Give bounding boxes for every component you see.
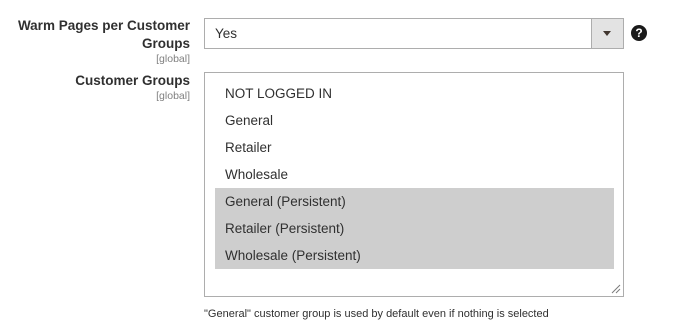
customer-groups-scope: [global] [156,90,190,102]
option-not-logged-in[interactable]: NOT LOGGED IN [215,80,614,107]
customer-groups-label-block: Customer Groups [global] [0,72,190,102]
warm-pages-scope: [global] [156,53,190,65]
warm-pages-label-block: Warm Pages per Customer Groups [global] [0,17,190,65]
select-toggle[interactable] [591,19,623,48]
config-form: Warm Pages per Customer Groups [global] … [0,0,685,334]
customer-groups-options: NOT LOGGED IN General Retailer Wholesale… [215,80,614,269]
option-retailer[interactable]: Retailer [215,134,614,161]
chevron-down-icon [603,31,611,36]
customer-groups-multiselect[interactable]: NOT LOGGED IN General Retailer Wholesale… [204,72,624,297]
warm-pages-select-value: Yes [215,26,238,41]
option-general[interactable]: General [215,107,614,134]
option-general-persistent[interactable]: General (Persistent) [215,188,614,215]
warm-pages-label: Warm Pages per Customer Groups [17,18,190,51]
option-wholesale[interactable]: Wholesale [215,161,614,188]
warm-pages-select[interactable]: Yes [204,18,624,49]
resize-grip-icon[interactable] [611,284,621,294]
option-wholesale-persistent[interactable]: Wholesale (Persistent) [215,242,614,269]
customer-groups-note: "General" customer group is used by defa… [204,308,549,320]
option-retailer-persistent[interactable]: Retailer (Persistent) [215,215,614,242]
question-circle-icon[interactable]: ? [631,25,647,41]
customer-groups-label: Customer Groups [75,73,190,88]
